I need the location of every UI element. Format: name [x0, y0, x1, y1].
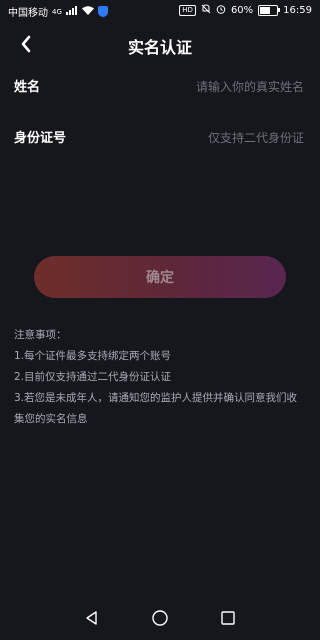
carrier-name: 中国移动	[8, 8, 48, 19]
note-item: 2.目前仅支持通过二代身份证认证	[14, 371, 172, 383]
id-number-input[interactable]	[122, 125, 306, 151]
nav-recents-button[interactable]	[216, 606, 240, 630]
header: 实名认证	[0, 22, 320, 66]
mute-icon	[201, 4, 211, 17]
id-number-label: 身份证号	[14, 131, 67, 146]
wifi-icon	[81, 5, 94, 18]
page-title: 实名认证	[127, 38, 192, 57]
nav-home-button[interactable]	[148, 606, 172, 630]
confirm-button[interactable]: 确定	[34, 256, 286, 298]
alarm-icon	[216, 4, 226, 17]
status-bar: 中国移动 4G HD 60% 16:59	[0, 0, 320, 22]
battery-percent: 60%	[230, 5, 254, 16]
id-number-row: 身份证号	[14, 125, 306, 151]
name-input[interactable]	[122, 74, 306, 100]
battery-fill	[260, 7, 270, 14]
notes: 注意事项： 1.每个证件最多支持绑定两个账号 2.目前仅支持通过二代身份证认证 …	[14, 325, 306, 430]
note-item: 3.若您是未成年人，请通知您的监护人提供并确认同意我们收集您的实名信息	[14, 392, 298, 425]
square-recents-icon	[221, 611, 235, 625]
hd-badge: HD	[179, 5, 196, 16]
security-shield-icon	[97, 6, 108, 17]
battery-icon	[258, 5, 281, 16]
nav-back-button[interactable]	[80, 606, 104, 630]
status-bar-left: 中国移动 4G	[8, 4, 108, 19]
circle-home-icon	[152, 610, 168, 626]
clock: 16:59	[283, 5, 312, 16]
signal-icon	[65, 5, 78, 18]
status-bar-right: HD 60% 16:59	[179, 4, 312, 17]
triangle-back-icon	[86, 611, 97, 625]
name-row: 姓名	[14, 74, 306, 100]
navigation-bar	[0, 596, 320, 640]
notes-heading: 注意事项：	[14, 329, 67, 341]
name-label: 姓名	[14, 80, 41, 95]
network-type: 4G	[52, 7, 62, 16]
note-item: 1.每个证件最多支持绑定两个账号	[14, 350, 172, 362]
